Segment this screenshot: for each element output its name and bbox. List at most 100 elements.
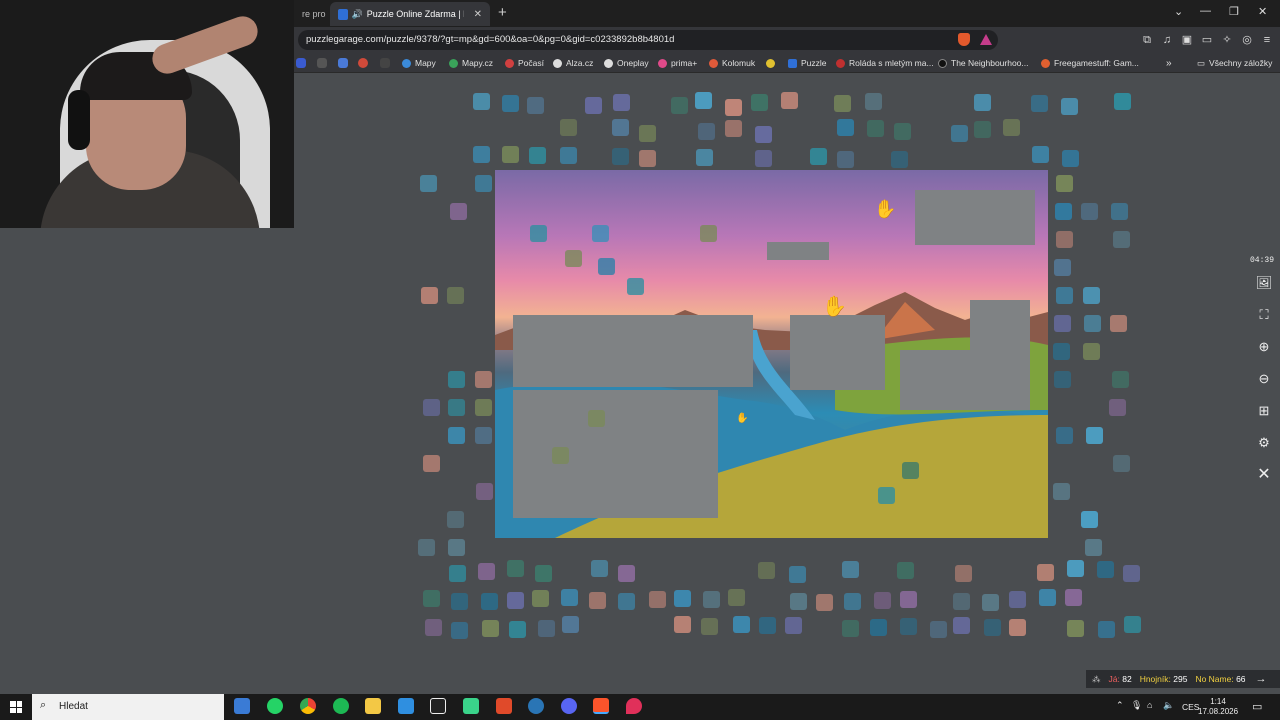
new-tab-icon[interactable]: + — [498, 4, 507, 21]
bookmark-pocasi[interactable]: Počasí — [505, 56, 544, 70]
puzzle-piece[interactable] — [475, 427, 492, 444]
puzzle-piece[interactable] — [449, 565, 466, 582]
puzzle-piece[interactable] — [1031, 95, 1048, 112]
puzzle-piece[interactable] — [1032, 146, 1049, 163]
puzzle-piece[interactable] — [982, 594, 999, 611]
puzzle-piece[interactable] — [1055, 203, 1072, 220]
bookmark-app-icon[interactable] — [317, 58, 327, 68]
puzzle-piece[interactable] — [618, 593, 635, 610]
puzzle-piece[interactable] — [789, 566, 806, 583]
puzzle-piece[interactable] — [728, 589, 745, 606]
puzzle-piece[interactable] — [448, 399, 465, 416]
puzzle-piece[interactable] — [1037, 564, 1054, 581]
bookmark-puzzle[interactable]: Puzzle — [788, 56, 827, 70]
brave-rewards-icon[interactable] — [980, 34, 992, 45]
notification-icon[interactable]: ▭ — [1252, 700, 1262, 713]
puzzle-piece[interactable] — [1056, 287, 1073, 304]
puzzle-piece[interactable] — [755, 126, 772, 143]
bookmark-neighbourhood[interactable]: The Neighbourhoo... — [938, 56, 1029, 70]
chrome-icon[interactable] — [300, 698, 316, 714]
restore-icon[interactable]: ❐ — [1229, 5, 1239, 18]
puzzle-piece[interactable] — [725, 120, 742, 137]
puzzle-piece[interactable] — [894, 123, 911, 140]
puzzle-piece[interactable] — [837, 151, 854, 168]
puzzle-piece[interactable] — [592, 225, 609, 242]
puzzle-piece[interactable] — [865, 93, 882, 110]
puzzle-piece[interactable] — [552, 447, 569, 464]
puzzle-piece[interactable] — [561, 589, 578, 606]
bookmark-mapy[interactable]: Mapy — [402, 56, 436, 70]
puzzle-piece[interactable] — [448, 371, 465, 388]
puzzle-piece[interactable] — [507, 560, 524, 577]
puzzle-piece[interactable] — [1113, 455, 1130, 472]
puzzle-piece[interactable] — [418, 539, 435, 556]
puzzle-piece[interactable] — [1081, 511, 1098, 528]
puzzle-piece[interactable] — [560, 119, 577, 136]
puzzle-piece[interactable] — [1065, 589, 1082, 606]
capcut-icon[interactable] — [430, 698, 446, 714]
steam-icon[interactable] — [528, 698, 544, 714]
puzzle-piece[interactable] — [1056, 231, 1073, 248]
file-explorer-icon[interactable] — [365, 698, 381, 714]
puzzle-piece[interactable] — [1113, 231, 1130, 248]
puzzle-piece[interactable] — [870, 619, 887, 636]
puzzle-piece[interactable] — [639, 150, 656, 167]
more-bookmarks-icon[interactable]: » — [1166, 56, 1172, 70]
address-bar[interactable]: puzzlegarage.com/puzzle/9378/?gt=mp&gd=6… — [298, 30, 998, 50]
fullscreen-icon[interactable]: ⛶ — [1254, 305, 1274, 325]
puzzle-piece[interactable] — [627, 278, 644, 295]
puzzle-piece[interactable] — [447, 287, 464, 304]
puzzle-piece[interactable] — [900, 591, 917, 608]
puzzle-piece[interactable] — [674, 590, 691, 607]
puzzle-piece[interactable] — [955, 565, 972, 582]
tab-active[interactable]: 🔊 Puzzle Online Zdarma | Puzzle ✕ — [330, 2, 490, 26]
puzzle-piece[interactable] — [953, 617, 970, 634]
map-pin-app-icon[interactable] — [626, 698, 642, 714]
puzzle-piece[interactable] — [751, 94, 768, 111]
puzzle-piece[interactable] — [560, 147, 577, 164]
brave-icon[interactable] — [593, 698, 609, 714]
puzzle-piece[interactable] — [725, 99, 742, 116]
puzzle-piece[interactable] — [1062, 150, 1079, 167]
puzzle-piece[interactable] — [1083, 343, 1100, 360]
puzzle-piece[interactable] — [538, 620, 555, 637]
puzzle-piece[interactable] — [451, 622, 468, 639]
puzzle-piece[interactable] — [527, 97, 544, 114]
puzzle-piece[interactable] — [842, 620, 859, 637]
taskbar-clock[interactable]: 1:14 17.08.2026 — [1198, 697, 1238, 717]
puzzle-piece[interactable] — [698, 123, 715, 140]
puzzle-piece[interactable] — [423, 399, 440, 416]
puzzle-piece[interactable] — [478, 563, 495, 580]
puzzle-piece[interactable] — [816, 594, 833, 611]
puzzle-piece[interactable] — [423, 455, 440, 472]
sidebar-icon[interactable]: ▣ — [1180, 33, 1194, 47]
puzzle-piece[interactable] — [530, 225, 547, 242]
spotify-icon[interactable] — [333, 698, 349, 714]
puzzle-piece[interactable] — [420, 175, 437, 192]
arrow-right-icon[interactable]: → — [1256, 673, 1267, 685]
media-icon[interactable]: ♫ — [1160, 33, 1174, 47]
puzzle-piece[interactable] — [1053, 483, 1070, 500]
language-indicator[interactable]: CES — [1182, 702, 1199, 712]
puzzle-piece[interactable] — [1111, 203, 1128, 220]
volume-icon[interactable]: 🔈 — [1163, 700, 1174, 711]
puzzle-piece[interactable] — [591, 560, 608, 577]
puzzle-piece[interactable] — [475, 175, 492, 192]
puzzle-piece[interactable] — [701, 618, 718, 635]
puzzle-piece[interactable] — [589, 592, 606, 609]
puzzle-piece[interactable] — [891, 151, 908, 168]
puzzle-piece[interactable] — [953, 593, 970, 610]
bookmark-oneplay[interactable]: Oneplay — [604, 56, 649, 70]
puzzle-piece[interactable] — [1112, 371, 1129, 388]
bookmark-mapy-cz[interactable]: Mapy.cz — [449, 56, 493, 70]
puzzle-piece[interactable] — [1114, 93, 1131, 110]
puzzle-piece[interactable] — [703, 591, 720, 608]
puzzle-piece[interactable] — [974, 121, 991, 138]
puzzle-piece[interactable] — [1124, 616, 1141, 633]
puzzle-piece[interactable] — [451, 593, 468, 610]
puzzle-piece[interactable] — [867, 120, 884, 137]
bookmark-rolada[interactable]: Roláda s mletým ma... — [836, 56, 934, 70]
puzzle-piece[interactable] — [759, 617, 776, 634]
tray-up-arrow-icon[interactable]: ⌃ — [1116, 700, 1124, 711]
bookmark-kolomuk[interactable]: Kolomuk — [709, 56, 755, 70]
